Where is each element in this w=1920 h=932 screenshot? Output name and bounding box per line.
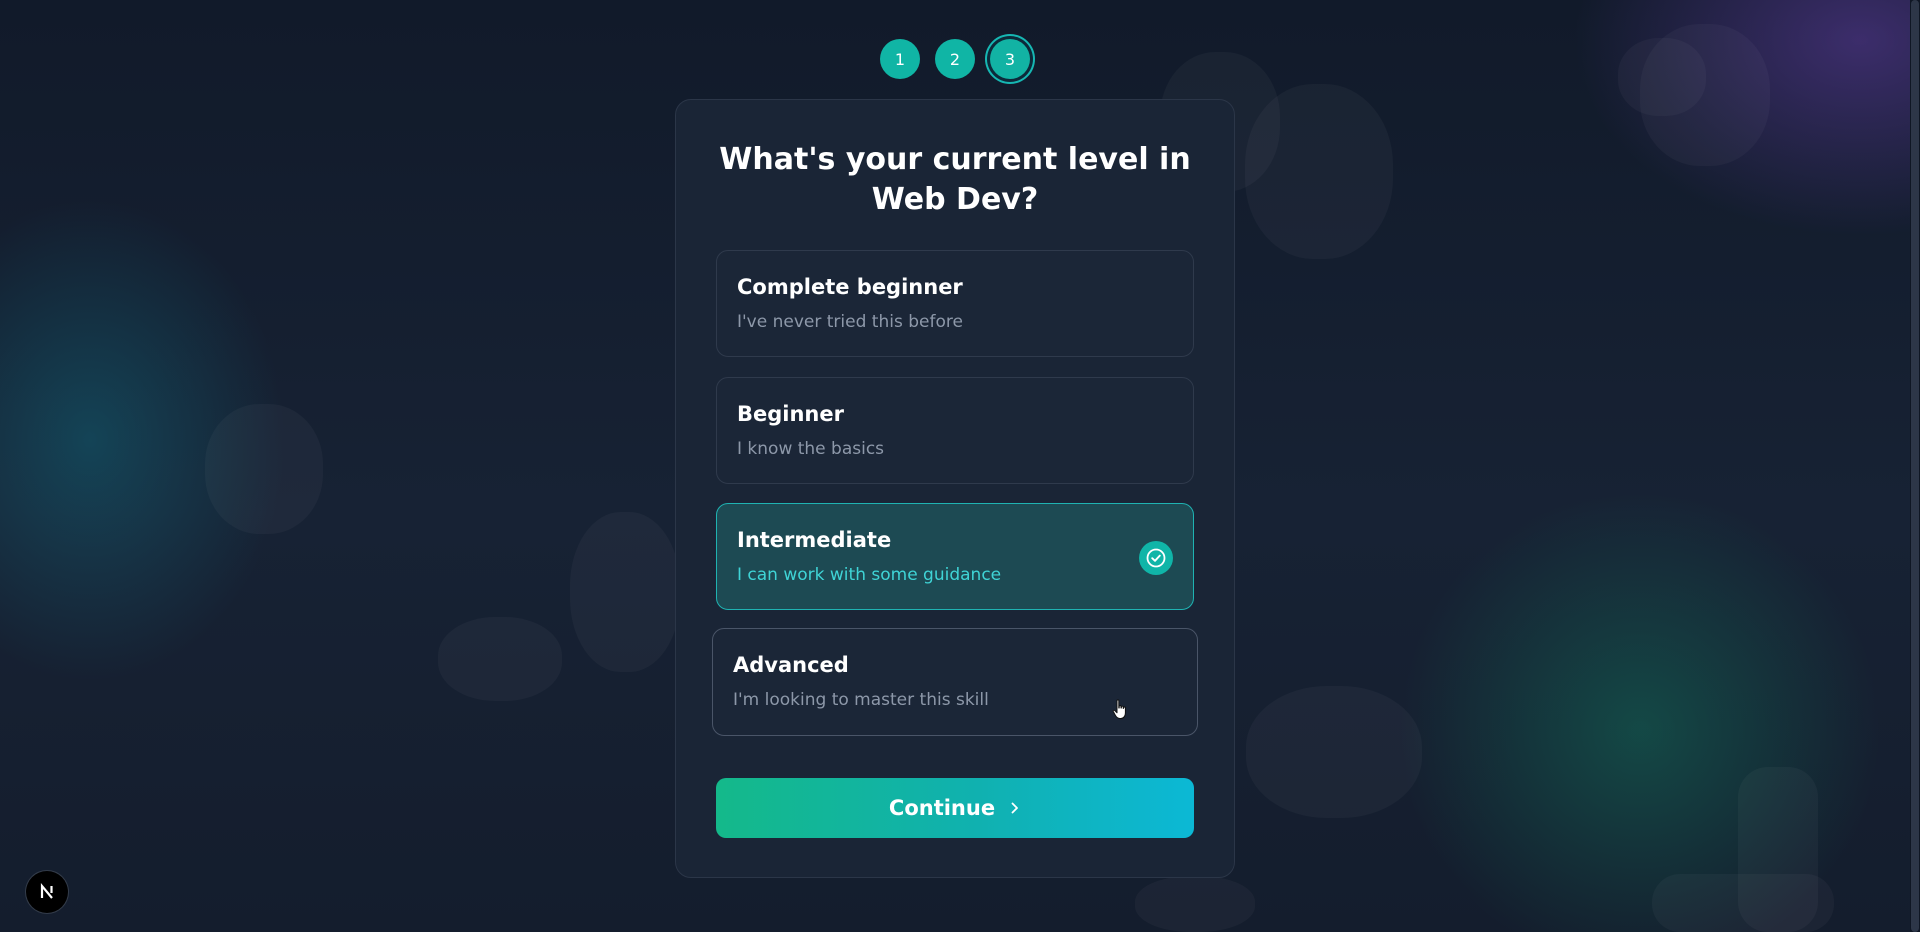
decorative-shape — [1245, 84, 1393, 259]
decorative-shape — [1246, 686, 1422, 818]
option-description: I can work with some guidance — [737, 565, 1002, 585]
check-circle-icon — [1139, 541, 1173, 575]
step-2-indicator: 2 — [935, 39, 975, 79]
option-label: Beginner — [737, 402, 844, 426]
chevron-right-icon — [1009, 801, 1021, 815]
option-description: I know the basics — [737, 439, 885, 459]
option-description: I'm looking to master this skill — [733, 690, 989, 710]
scrollbar-track[interactable] — [1910, 0, 1920, 932]
step-3-indicator: 3 — [990, 39, 1030, 79]
step-1-indicator: 1 — [880, 39, 920, 79]
option-complete-beginner[interactable]: Complete beginner I've never tried this … — [716, 250, 1194, 357]
option-intermediate[interactable]: Intermediate I can work with some guidan… — [716, 503, 1194, 610]
decorative-shape — [1652, 874, 1834, 932]
decorative-shape — [438, 617, 562, 701]
option-label: Complete beginner — [737, 275, 963, 299]
nextjs-logo-icon[interactable] — [26, 871, 68, 913]
hand-pointer-cursor-icon — [1112, 699, 1130, 721]
decorative-shape — [205, 404, 323, 534]
decorative-shape — [570, 512, 680, 672]
scrollbar-thumb[interactable] — [1911, 0, 1919, 932]
option-label: Intermediate — [737, 528, 892, 552]
option-description: I've never tried this before — [737, 312, 963, 332]
question-title: What's your current level in Web Dev? — [719, 142, 1191, 217]
option-label: Advanced — [733, 653, 849, 677]
option-beginner[interactable]: Beginner I know the basics — [716, 377, 1194, 484]
continue-button[interactable]: Continue — [716, 778, 1194, 838]
progress-stepper: 1 2 3 — [880, 39, 1030, 79]
decorative-shape — [1135, 876, 1255, 932]
decorative-shape — [1640, 24, 1770, 166]
continue-button-label: Continue — [888, 796, 996, 820]
question-card: What's your current level in Web Dev? Co… — [675, 99, 1235, 878]
